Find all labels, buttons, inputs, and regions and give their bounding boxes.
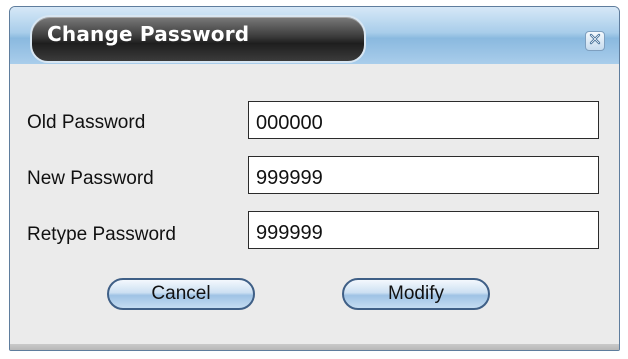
retype-password-label: Retype Password xyxy=(27,224,176,245)
title-bar[interactable]: Change Password xyxy=(10,7,619,64)
dialog-body: Old Password New Password Retype Passwor… xyxy=(10,64,619,346)
cancel-button[interactable]: Cancel xyxy=(107,278,255,310)
bottom-strip xyxy=(10,344,619,350)
old-password-input[interactable] xyxy=(248,101,599,139)
new-password-input[interactable] xyxy=(248,156,599,194)
modify-button[interactable]: Modify xyxy=(342,278,490,310)
new-password-label: New Password xyxy=(27,168,154,189)
change-password-dialog: Change Password Old Password New Passwor… xyxy=(9,6,620,351)
dialog-title: Change Password xyxy=(47,22,250,46)
retype-password-input[interactable] xyxy=(248,211,599,249)
old-password-label: Old Password xyxy=(27,112,146,133)
close-button[interactable] xyxy=(585,31,605,51)
close-icon xyxy=(589,32,601,50)
